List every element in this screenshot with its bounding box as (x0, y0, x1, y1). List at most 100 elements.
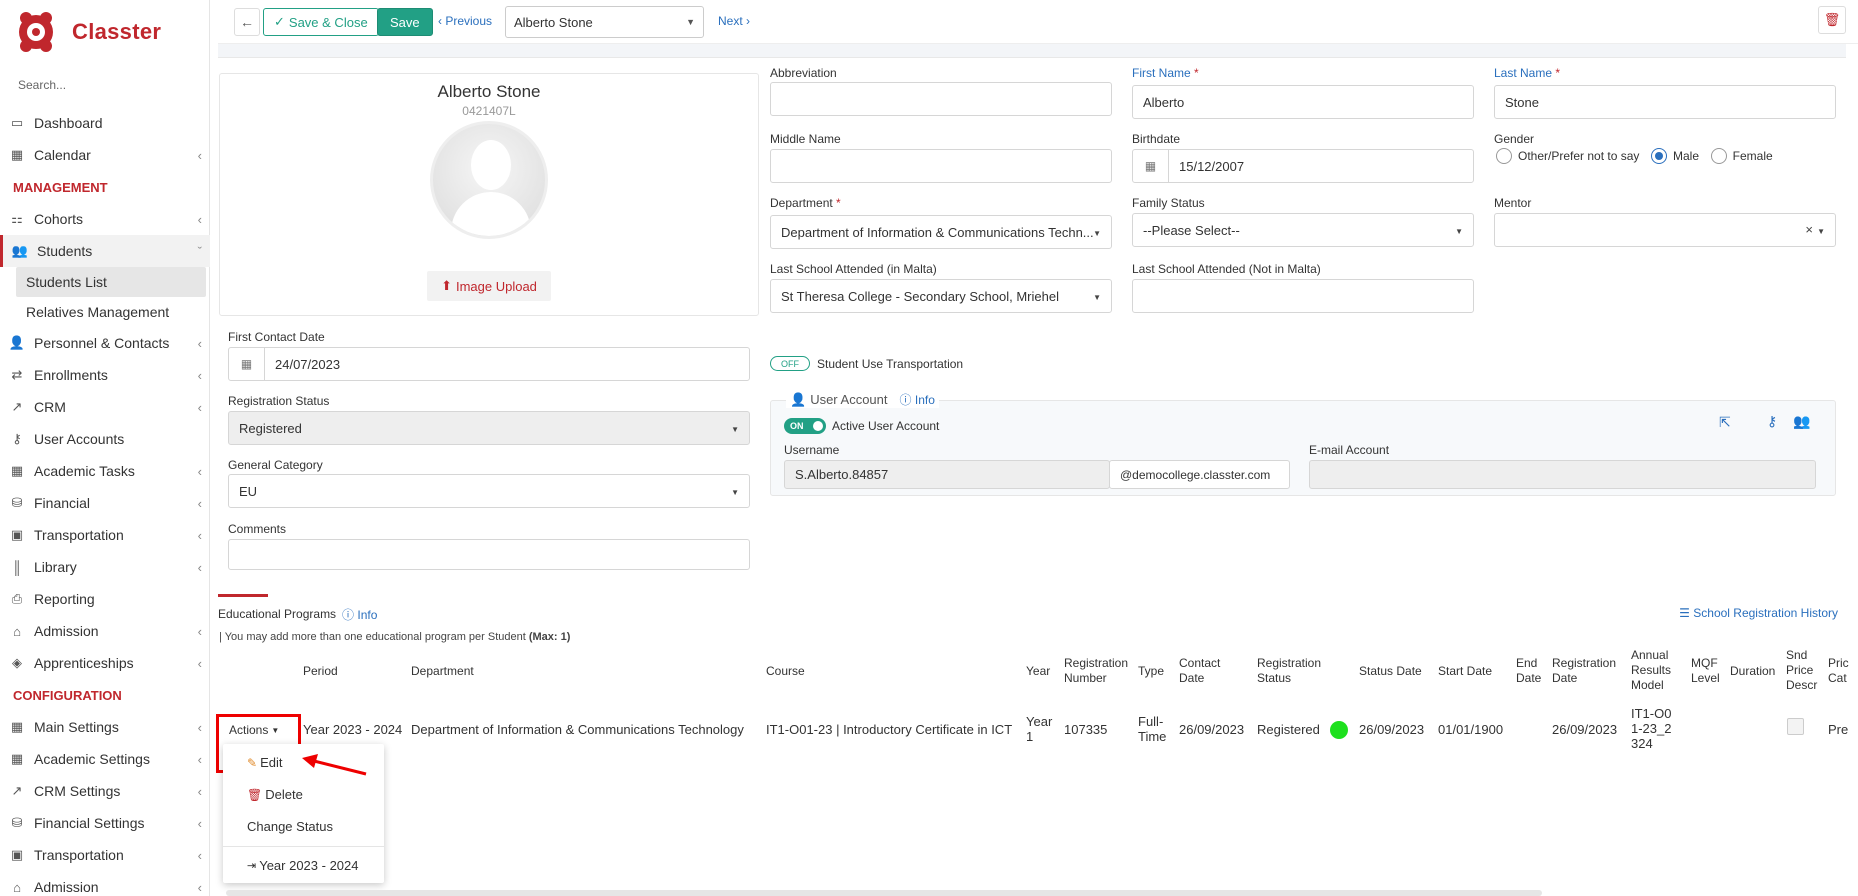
user-settings-icon[interactable]: 👥 (1793, 413, 1810, 430)
delete-record-button[interactable]: 🗑 (1818, 6, 1846, 34)
first-contact-date-field[interactable]: ▦ 24/07/2023 (228, 347, 750, 381)
username-field[interactable]: S.Alberto.84857 (784, 460, 1110, 489)
col-status-date[interactable]: Status Date (1359, 664, 1422, 679)
sidebar-item-dashboard[interactable]: ▭ Dashboard (0, 107, 210, 139)
col-duration[interactable]: Duration (1730, 664, 1775, 679)
col-price-cat[interactable]: Pric Cat (1828, 656, 1850, 686)
sidebar-item-admission[interactable]: ⌂ Admission ‹ (0, 615, 210, 647)
col-type[interactable]: Type (1138, 664, 1164, 679)
record-select[interactable]: Alberto Stone ▼ (505, 6, 704, 38)
sidebar-item-students[interactable]: 👥 Students ˇ (0, 235, 210, 267)
horizontal-scrollbar[interactable] (226, 890, 1542, 896)
sidebar-item-academic-settings[interactable]: ▦ Academic Settings ‹ (0, 743, 210, 775)
save-close-button[interactable]: ✓ Save & Close (263, 8, 379, 36)
chevron-left-icon: ‹ (197, 211, 202, 227)
transportation-toggle[interactable]: OFF (770, 356, 810, 371)
sidebar-item-personnel[interactable]: 👤 Personnel & Contacts ‹ (0, 327, 210, 359)
next-link[interactable]: Next › (718, 14, 750, 28)
department-select[interactable]: Department of Information & Communicatio… (770, 215, 1112, 249)
image-upload-button[interactable]: ⬆ Image Upload (427, 271, 551, 301)
mentor-select[interactable]: × ▼ (1494, 213, 1836, 247)
sidebar-item-enrollments[interactable]: ⇄ Enrollments ‹ (0, 359, 210, 391)
first-name-field[interactable]: Alberto (1132, 85, 1474, 119)
chevron-left-icon: ‹ (197, 559, 202, 575)
transportation-label: Student Use Transportation (817, 357, 964, 371)
col-course[interactable]: Course (766, 664, 805, 679)
sidebar-item-calendar[interactable]: ▦ Calendar ‹ (0, 139, 210, 171)
chevron-left-icon: ‹ (197, 751, 202, 767)
middle-name-field[interactable] (770, 149, 1112, 183)
arrow-left-icon: ← (240, 14, 254, 30)
gender-other-radio[interactable]: Other/Prefer not to say (1496, 148, 1639, 164)
col-annual-results-model[interactable]: Annual Results Model (1631, 648, 1673, 693)
col-end-date[interactable]: End Date (1516, 656, 1544, 686)
sidebar-item-cohorts[interactable]: ⚏ Cohorts ‹ (0, 203, 210, 235)
sidebar-item-crm-settings[interactable]: ↗ CRM Settings ‹ (0, 775, 210, 807)
sidebar-item-library[interactable]: ║ Library ‹ (0, 551, 210, 583)
sidebar-item-academic-tasks[interactable]: ▦ Academic Tasks ‹ (0, 455, 210, 487)
menu-item-change-status[interactable]: Change Status (247, 819, 333, 834)
family-status-select[interactable]: --Please Select-- ▼ (1132, 213, 1474, 247)
sidebar-item-reporting[interactable]: ⎙ Reporting (0, 583, 210, 615)
col-year[interactable]: Year (1026, 664, 1050, 679)
sidebar-item-financial[interactable]: ⛁ Financial ‹ (0, 487, 210, 519)
clear-icon[interactable]: × (1805, 222, 1813, 237)
key-icon[interactable]: ⚷ (1767, 413, 1777, 430)
last-school-not-malta-label: Last School Attended (Not in Malta) (1132, 262, 1321, 276)
sidebar-item-user-accounts[interactable]: ⚷ User Accounts (0, 423, 210, 455)
comments-textarea[interactable] (228, 539, 750, 570)
cohorts-icon: ⚏ (11, 211, 23, 226)
menu-item-year[interactable]: ⇥ Year 2023 - 2024 (247, 858, 359, 873)
sidebar-item-students-list[interactable]: Students List (16, 267, 206, 297)
col-registration-number[interactable]: Registration Number (1064, 656, 1128, 686)
record-toolbar: ← ✓ Save & Close Save ‹ Previous Alberto … (218, 0, 1858, 44)
abbreviation-field[interactable] (770, 82, 1112, 116)
col-period[interactable]: Period (303, 664, 338, 679)
app-logo[interactable]: Classter (16, 8, 161, 56)
save-button[interactable]: Save (377, 8, 433, 36)
gender-female-radio[interactable]: Female (1710, 148, 1773, 164)
sidebar-item-transportation-settings[interactable]: ▣ Transportation ‹ (0, 839, 210, 871)
info-link[interactable]: ⓘ Info (900, 391, 935, 408)
email-account-field[interactable] (1309, 460, 1816, 489)
col-registration-date[interactable]: Registration Date (1552, 656, 1618, 686)
students-icon: 👥 (11, 243, 29, 258)
sidebar-item-financial-settings[interactable]: ⛁ Financial Settings ‹ (0, 807, 210, 839)
abbreviation-label: Abbreviation (770, 66, 837, 80)
open-external-icon[interactable]: ⇱ (1719, 414, 1731, 431)
chevron-left-icon: ‹ (197, 879, 202, 895)
registration-status-select[interactable]: Registered ▼ (228, 411, 750, 445)
gender-male-radio[interactable]: Male (1651, 148, 1699, 164)
section-accent-line (218, 594, 268, 597)
col-snd-price-descr[interactable]: Snd Price Descr (1786, 648, 1817, 693)
col-contact-date[interactable]: Contact Date (1179, 656, 1223, 686)
col-department[interactable]: Department (411, 664, 474, 679)
last-school-malta-select[interactable]: St Theresa College - Secondary School, M… (770, 279, 1112, 313)
school-registration-history-link[interactable]: ☰ School Registration History (1679, 606, 1838, 620)
sidebar-item-admission-settings[interactable]: ⌂ Admission ‹ (0, 871, 210, 896)
sidebar-item-relatives-management[interactable]: Relatives Management (0, 297, 210, 327)
snd-price-checkbox[interactable] (1787, 718, 1804, 735)
back-button[interactable]: ← (234, 8, 260, 36)
col-start-date[interactable]: Start Date (1438, 664, 1492, 679)
general-category-select[interactable]: EU ▼ (228, 474, 750, 508)
col-registration-status[interactable]: Registration Status (1257, 656, 1333, 686)
sidebar-item-transportation[interactable]: ▣ Transportation ‹ (0, 519, 210, 551)
menu-item-delete[interactable]: 🗑 Delete (247, 787, 303, 802)
sidebar-item-main-settings[interactable]: ▦ Main Settings ‹ (0, 711, 210, 743)
sidebar-item-crm[interactable]: ↗ CRM ‹ (0, 391, 210, 423)
previous-link[interactable]: ‹ Previous (438, 14, 492, 28)
student-id: 0421407L (462, 104, 516, 118)
calendar-icon[interactable]: ▦ (1133, 150, 1169, 182)
sidebar-search-input[interactable]: Search... (18, 78, 66, 92)
calendar-icon[interactable]: ▦ (229, 348, 265, 380)
last-school-not-malta-field[interactable] (1132, 279, 1474, 313)
sidebar-item-apprenticeships[interactable]: ◈ Apprenticeships ‹ (0, 647, 210, 679)
active-account-toggle[interactable]: ON (784, 418, 826, 434)
programs-info-link[interactable]: ⓘ Info (342, 606, 377, 623)
col-mqf-level[interactable]: MQF Level (1691, 656, 1721, 686)
birthdate-field[interactable]: ▦ 15/12/2007 (1132, 149, 1474, 183)
last-name-field[interactable]: Stone (1494, 85, 1836, 119)
cube-icon: ◈ (12, 655, 22, 670)
menu-item-edit[interactable]: ✎ Edit (247, 755, 282, 770)
